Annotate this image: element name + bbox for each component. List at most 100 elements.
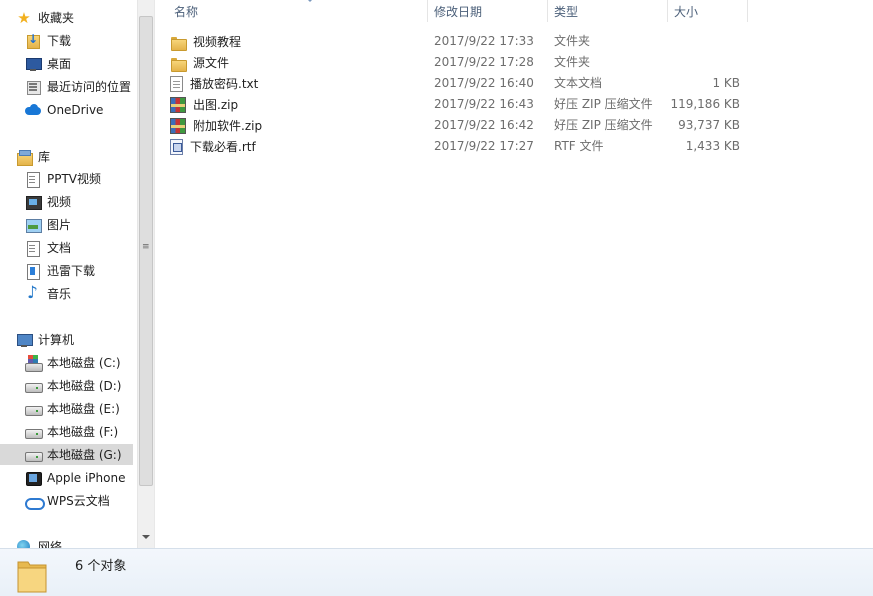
table-row[interactable]: 下载必看.rtf 2017/9/22 17:27 RTF 文件 1,433 KB (170, 136, 870, 157)
file-date: 2017/9/22 17:27 (434, 139, 534, 153)
zip-archive-icon (170, 96, 186, 113)
document-icon (25, 240, 41, 257)
network-icon (16, 539, 32, 548)
nav-item-label: 本地磁盘 (G:) (47, 448, 122, 462)
recent-places-icon (25, 79, 41, 95)
zip-archive-icon (170, 117, 186, 134)
disk-icon (25, 401, 43, 417)
nav-item-pictures[interactable]: 图片 (25, 214, 71, 235)
nav-item-disk-g[interactable]: 本地磁盘 (G:) (0, 444, 133, 465)
status-bar: 6 个对象 (0, 548, 873, 596)
nav-item-label: 最近访问的位置 (47, 80, 132, 94)
nav-item-disk-c[interactable]: 本地磁盘 (C:) (25, 352, 121, 373)
nav-item-label: WPS云文档 (47, 494, 110, 508)
table-row[interactable]: 附加软件.zip 2017/9/22 16:42 好压 ZIP 压缩文件 93,… (170, 115, 870, 136)
table-row[interactable]: 出图.zip 2017/9/22 16:43 好压 ZIP 压缩文件 119,1… (170, 94, 870, 115)
column-header-label: 名称 (174, 4, 199, 19)
nav-item-label: Apple iPhone (47, 470, 126, 485)
nav-item-apple-iphone[interactable]: Apple iPhone (25, 467, 125, 488)
nav-network[interactable]: 网络 (16, 536, 62, 548)
table-row[interactable]: 源文件 2017/9/22 17:28 文件夹 (170, 52, 870, 73)
scroll-down-arrow-icon[interactable] (142, 535, 150, 539)
nav-item-wps-cloud[interactable]: WPS云文档 (25, 490, 110, 511)
sort-arrow-icon (306, 0, 314, 2)
nav-libraries-label: 库 (38, 150, 51, 164)
nav-scrollbar[interactable]: ≡ (137, 0, 154, 548)
nav-item-label: 本地磁盘 (F:) (47, 425, 119, 439)
file-type: 文件夹 (554, 55, 591, 69)
folder-icon (170, 34, 187, 51)
column-header-name[interactable]: 名称 (168, 0, 428, 22)
file-name-cell: 出图.zip (170, 94, 238, 115)
nav-computer[interactable]: 计算机 (16, 329, 74, 350)
nav-item-downloads[interactable]: 下载 (25, 30, 71, 51)
file-name-cell: 下载必看.rtf (170, 136, 256, 157)
rtf-file-icon (170, 138, 183, 155)
file-date: 2017/9/22 16:42 (434, 118, 534, 132)
computer-icon (16, 332, 33, 348)
file-name-cell: 播放密码.txt (170, 73, 258, 94)
thunder-download-icon (25, 263, 41, 280)
folder-icon (17, 561, 47, 593)
desktop-icon (25, 56, 42, 72)
file-date: 2017/9/22 16:43 (434, 97, 534, 111)
disk-icon (25, 447, 43, 463)
nav-item-label: 音乐 (47, 287, 72, 301)
nav-item-label: 文档 (47, 241, 72, 255)
navigation-pane: ★ 收藏夹 下载 桌面 最近访问的位置 OneDrive 库 PPTV视频 视频… (0, 0, 137, 548)
document-icon (25, 171, 41, 188)
column-header-size[interactable]: 大小 (668, 0, 748, 22)
file-name: 播放密码.txt (190, 77, 259, 91)
file-size: 119,186 KB (670, 97, 740, 111)
nav-item-disk-e[interactable]: 本地磁盘 (E:) (25, 398, 120, 419)
nav-item-pptv[interactable]: PPTV视频 (25, 168, 101, 189)
nav-item-videos[interactable]: 视频 (25, 191, 71, 212)
nav-item-label: 本地磁盘 (E:) (47, 402, 120, 416)
file-type: 文本文档 (554, 76, 603, 90)
nav-item-disk-d[interactable]: 本地磁盘 (D:) (25, 375, 121, 396)
table-row[interactable]: 视频教程 2017/9/22 17:33 文件夹 (170, 31, 870, 52)
file-type: 好压 ZIP 压缩文件 (554, 97, 653, 111)
nav-item-label: 桌面 (47, 57, 72, 71)
file-name-cell: 附加软件.zip (170, 115, 262, 136)
system-disk-icon (25, 354, 43, 372)
file-date: 2017/9/22 16:40 (434, 76, 534, 90)
file-type: 好压 ZIP 压缩文件 (554, 118, 653, 132)
wps-cloud-icon (25, 493, 45, 510)
nav-computer-label: 计算机 (38, 333, 75, 347)
nav-item-onedrive[interactable]: OneDrive (25, 99, 103, 120)
text-file-icon (170, 75, 183, 92)
nav-libraries[interactable]: 库 (16, 146, 50, 167)
nav-item-desktop[interactable]: 桌面 (25, 53, 71, 74)
column-header-type[interactable]: 类型 (548, 0, 668, 22)
nav-item-label: 下载 (47, 34, 72, 48)
nav-item-recent-places[interactable]: 最近访问的位置 (25, 76, 131, 97)
iphone-icon (25, 470, 42, 486)
disk-icon (25, 378, 43, 394)
nav-network-label: 网络 (38, 540, 63, 548)
file-size: 93,737 KB (678, 118, 740, 132)
column-header-label: 修改日期 (434, 4, 483, 19)
music-icon (25, 283, 41, 303)
column-header-date[interactable]: 修改日期 (428, 0, 548, 22)
nav-item-thunder-downloads[interactable]: 迅雷下载 (25, 260, 95, 281)
nav-item-disk-f[interactable]: 本地磁盘 (F:) (25, 421, 118, 442)
file-name: 附加软件.zip (193, 119, 263, 133)
file-name-cell: 源文件 (170, 52, 229, 73)
column-header-label: 类型 (554, 4, 579, 19)
file-date: 2017/9/22 17:28 (434, 55, 534, 69)
nav-item-documents[interactable]: 文档 (25, 237, 71, 258)
file-size (660, 31, 740, 52)
nav-favorites[interactable]: ★ 收藏夹 (16, 7, 74, 28)
disk-icon (25, 424, 43, 440)
download-folder-icon (25, 32, 41, 49)
file-name: 下载必看.rtf (190, 140, 256, 154)
file-size: 1,433 KB (685, 139, 740, 153)
table-row[interactable]: 播放密码.txt 2017/9/22 16:40 文本文档 1 KB (170, 73, 870, 94)
folder-icon (170, 55, 187, 72)
video-icon (25, 194, 42, 210)
file-name: 视频教程 (193, 35, 242, 49)
onedrive-cloud-icon (25, 102, 41, 118)
file-list: 名称 修改日期 类型 大小 视频教程 2017/9/22 17:33 文件夹 源… (155, 0, 873, 548)
nav-item-music[interactable]: 音乐 (25, 283, 71, 304)
